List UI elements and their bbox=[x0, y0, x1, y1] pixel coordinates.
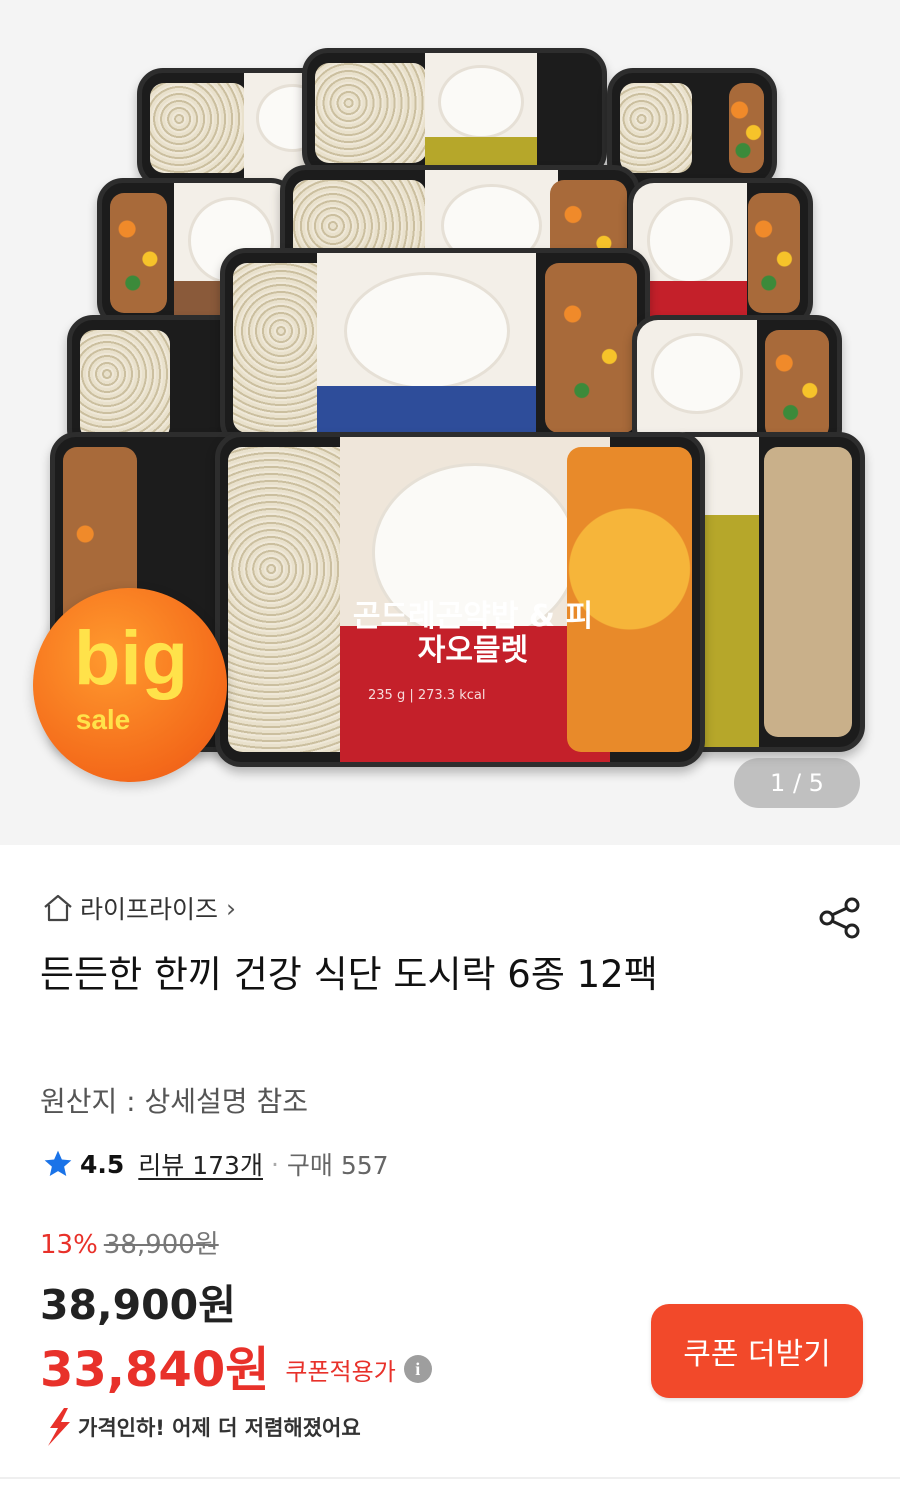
original-price: 38,900원 bbox=[103, 1230, 219, 1260]
discount-percent: 13% bbox=[40, 1230, 98, 1260]
coupon-price-note: 쿠폰적용가 bbox=[285, 1357, 396, 1386]
purchase-count: 구매 557 bbox=[286, 1151, 389, 1180]
price-drop-notice: 가격인하! 어제 더 저렴해졌어요 bbox=[44, 1405, 361, 1449]
product-origin: 원산지 : 상세설명 참조 bbox=[40, 1085, 308, 1118]
product-tray bbox=[628, 178, 813, 328]
sale-price: 38,900원 bbox=[40, 1281, 236, 1329]
discount-row: 13% 38,900원 bbox=[40, 1224, 219, 1261]
brand-link[interactable]: 라이프라이즈 › bbox=[42, 891, 236, 925]
main-product-label: 곤드레곤약밥 & 피자오믈렛 bbox=[352, 599, 594, 668]
image-pager: 1 / 5 bbox=[734, 758, 860, 808]
rating-score: 4.5 bbox=[80, 1149, 125, 1179]
badge-big-text: big bbox=[74, 616, 188, 701]
big-sale-badge: big sale bbox=[33, 588, 227, 782]
separator-dot: · bbox=[270, 1149, 279, 1179]
product-tray bbox=[607, 68, 777, 188]
price-down-arrow-icon bbox=[48, 1408, 70, 1446]
price-drop-text: 가격인하! 어제 더 저렴해졌어요 bbox=[78, 1416, 361, 1440]
review-link[interactable]: 리뷰 173개 bbox=[138, 1146, 263, 1182]
main-product-spec: 235 g | 273.3 kcal bbox=[368, 688, 486, 703]
product-tray bbox=[220, 248, 650, 448]
chevron-right-icon: › bbox=[226, 893, 237, 923]
get-coupon-button[interactable]: 쿠폰 더받기 bbox=[651, 1304, 863, 1398]
share-icon[interactable] bbox=[815, 893, 865, 943]
product-title: 든든한 한끼 건강 식단 도시락 6종 12팩 bbox=[40, 953, 658, 996]
rating-row: 4.5 리뷰 173개 · 구매 557 bbox=[42, 1146, 389, 1182]
brand-name: 라이프라이즈 bbox=[80, 895, 219, 924]
coupon-price-row: 33,840원 쿠폰적용가 i bbox=[40, 1330, 432, 1400]
home-icon bbox=[44, 894, 72, 922]
badge-sale-text: sale bbox=[75, 704, 131, 735]
divider bbox=[0, 1477, 900, 1479]
product-tray bbox=[302, 48, 607, 178]
info-icon[interactable]: i bbox=[403, 1355, 432, 1383]
coupon-price: 33,840원 bbox=[40, 1342, 270, 1398]
product-image-carousel[interactable]: 곤드레곤약밥 & 피자오믈렛 235 g | 273.3 kcal big sa… bbox=[0, 0, 900, 845]
star-icon bbox=[44, 1150, 72, 1176]
